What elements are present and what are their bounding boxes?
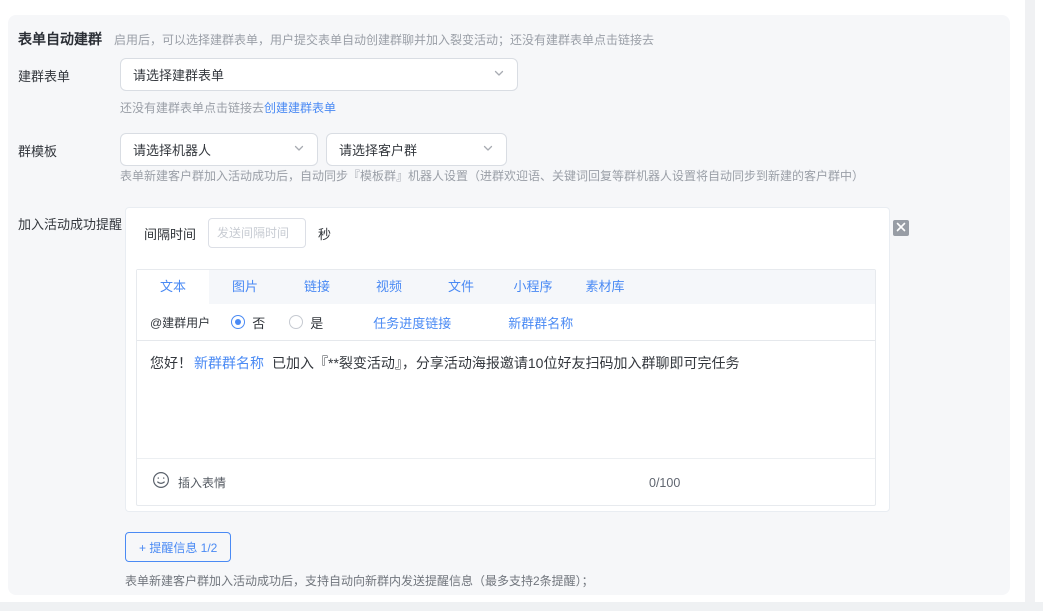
robot-select[interactable]: 请选择机器人	[120, 133, 318, 166]
tab-link[interactable]: 链接	[281, 270, 353, 304]
insert-task-progress-link[interactable]: 任务进度链接	[373, 313, 451, 332]
tab-image[interactable]: 图片	[209, 270, 281, 304]
form-select-value: 请选择建群表单	[133, 65, 224, 84]
page-title: 表单自动建群	[18, 29, 102, 49]
robot-select-value: 请选择机器人	[133, 140, 211, 159]
smiley-icon	[152, 471, 170, 494]
close-icon	[896, 219, 906, 237]
settings-panel: 表单自动建群 启用后，可以选择建群表单，用户提交表单自动创建群聊并加入裂变活动；…	[8, 15, 1010, 595]
page: 表单自动建群 启用后，可以选择建群表单，用户提交表单自动创建群聊并加入裂变活动；…	[0, 0, 1043, 611]
radio-unchecked-icon	[289, 315, 303, 329]
page-subtitle: 启用后，可以选择建群表单，用户提交表单自动创建群聊并加入裂变活动；还没有建群表单…	[114, 31, 654, 48]
interval-unit: 秒	[318, 224, 331, 243]
group-template-hint: 表单新建客户群加入活动成功后，自动同步『模板群』机器人设置（进群欢迎语、关键词回…	[120, 167, 864, 184]
at-user-radio-no[interactable]: 否	[231, 313, 265, 332]
close-reminder-button[interactable]	[893, 220, 909, 236]
message-editor: 文本 图片 链接 视频 文件 小程序 素材库 @建群用户 否	[136, 269, 876, 506]
message-suffix: 已加入『**裂变活动』，分享活动海报邀请10位好友扫码加入群聊即可完任务	[272, 355, 739, 371]
radio-no-label: 否	[252, 313, 265, 332]
group-template-label: 群模板	[18, 141, 57, 160]
form-select[interactable]: 请选择建群表单	[120, 58, 518, 91]
tab-text[interactable]: 文本	[137, 270, 209, 304]
editor-footer: 插入表情 0/100	[137, 458, 875, 505]
customer-group-select[interactable]: 请选择客户群	[326, 133, 507, 166]
reminder-bottom-hint: 表单新建客户群加入活动成功后，支持自动向新群内发送提醒信息（最多支持2条提醒）；	[125, 572, 594, 589]
interval-row: 间隔时间 秒	[144, 218, 331, 248]
reminder-section-label: 加入活动成功提醒	[18, 214, 122, 233]
message-prefix: 您好！	[150, 355, 192, 371]
form-select-hint-text: 还没有建群表单点击链接去	[120, 101, 264, 115]
add-reminder-button[interactable]: + 提醒信息 1/2	[125, 532, 231, 562]
section-header: 表单自动建群 启用后，可以选择建群表单，用户提交表单自动创建群聊并加入裂变活动；…	[18, 29, 654, 49]
char-counter: 0/100	[649, 459, 680, 506]
at-user-row: @建群用户 否 是 任务进度链接 新群群名称	[137, 304, 875, 341]
chevron-down-icon	[493, 67, 505, 82]
tab-miniprogram[interactable]: 小程序	[497, 270, 569, 304]
tab-video[interactable]: 视频	[353, 270, 425, 304]
scrollbar-track[interactable]	[1025, 0, 1035, 611]
at-user-label: @建群用户	[150, 314, 210, 331]
radio-yes-label: 是	[310, 313, 323, 332]
insert-emoji-label: 插入表情	[178, 474, 226, 491]
customer-group-select-value: 请选择客户群	[339, 140, 417, 159]
bottom-divider	[0, 602, 1043, 611]
chevron-down-icon	[482, 142, 494, 157]
editor-tab-bar: 文本 图片 链接 视频 文件 小程序 素材库	[137, 270, 875, 304]
create-form-link[interactable]: 创建建群表单	[264, 101, 336, 115]
radio-checked-icon	[231, 315, 245, 329]
form-select-hint: 还没有建群表单点击链接去创建建群表单	[120, 99, 336, 116]
insert-group-name-link[interactable]: 新群群名称	[508, 313, 573, 332]
insert-emoji-button[interactable]: 插入表情	[152, 471, 226, 494]
form-select-label: 建群表单	[18, 66, 70, 85]
group-name-token: 新群群名称	[194, 355, 264, 371]
interval-label: 间隔时间	[144, 224, 196, 243]
tab-file[interactable]: 文件	[425, 270, 497, 304]
at-user-radio-yes[interactable]: 是	[289, 313, 323, 332]
reminder-card: 间隔时间 秒 文本 图片 链接 视频 文件 小程序 素材库 @建群用户	[125, 207, 890, 512]
message-textarea[interactable]: 您好！新群群名称已加入『**裂变活动』，分享活动海报邀请10位好友扫码加入群聊即…	[137, 341, 875, 458]
interval-input[interactable]	[208, 218, 306, 248]
tab-material-library[interactable]: 素材库	[569, 270, 641, 304]
chevron-down-icon	[293, 142, 305, 157]
